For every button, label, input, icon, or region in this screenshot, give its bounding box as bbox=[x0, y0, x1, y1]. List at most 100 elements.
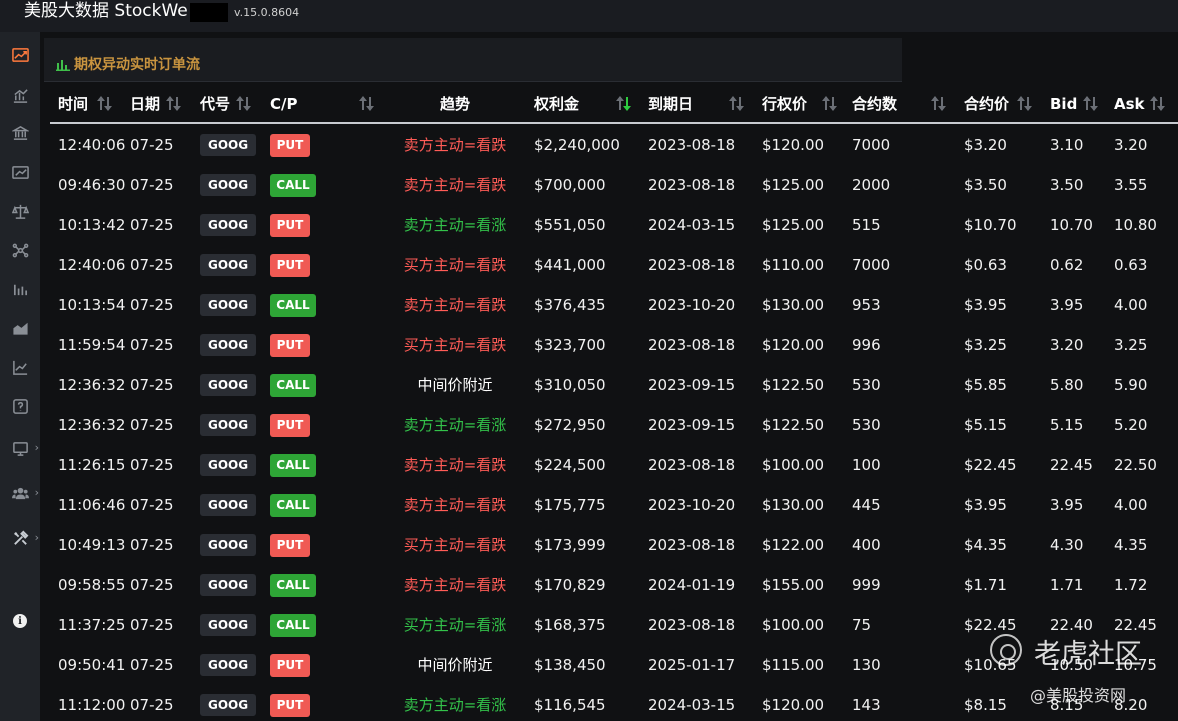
cell-premium: $441,000 bbox=[534, 256, 606, 274]
sidebar-item-chart-up[interactable] bbox=[0, 157, 40, 187]
cell-contracts: 530 bbox=[852, 416, 881, 434]
sidebar-item-area-chart[interactable] bbox=[0, 313, 40, 343]
cell-price: $10.70 bbox=[964, 216, 1017, 234]
sort-icon[interactable] bbox=[166, 96, 181, 111]
sort-icon[interactable] bbox=[1017, 96, 1032, 111]
sidebar-item-column-chart[interactable] bbox=[0, 274, 40, 304]
app-title: 美股大数据 StockWe bbox=[24, 1, 188, 21]
sidebar-item-line-chart[interactable] bbox=[0, 352, 40, 382]
cell-date: 07-25 bbox=[130, 136, 174, 154]
table-row[interactable]: 11:12:00 07-25 $116,545 2024-03-15 $120.00 14… bbox=[50, 685, 1178, 721]
sidebar-item-bank[interactable] bbox=[0, 118, 40, 148]
sidebar-item-help[interactable] bbox=[0, 391, 40, 421]
cell-trend: 卖方主动=看涨 bbox=[403, 696, 507, 714]
cell-time: 12:36:32 bbox=[58, 376, 126, 394]
column-header[interactable]: 到期日 bbox=[648, 86, 693, 122]
cell-time: 11:26:15 bbox=[58, 456, 126, 474]
column-header[interactable]: 代号 bbox=[200, 86, 230, 122]
column-header[interactable]: 行权价 bbox=[762, 86, 807, 122]
cell-price: $3.25 bbox=[964, 336, 1007, 354]
cell-trend: 中间价附近 bbox=[417, 656, 493, 674]
cell-time: 12:40:06 bbox=[58, 136, 126, 154]
sort-icon[interactable] bbox=[359, 96, 374, 111]
column-header[interactable]: 合约数 bbox=[852, 86, 897, 122]
sort-icon[interactable] bbox=[1083, 96, 1098, 111]
chevron-right-icon: › bbox=[34, 531, 39, 544]
sidebar-item-monitor[interactable]: › bbox=[0, 433, 40, 463]
column-header[interactable]: 时间 bbox=[58, 86, 88, 122]
table-row[interactable]: 12:40:06 07-25 $441,000 2023-08-18 $110.00 70… bbox=[50, 245, 1178, 285]
sort-icon[interactable] bbox=[931, 96, 946, 111]
ticker-badge: GOOG bbox=[200, 694, 257, 716]
bar-chart-icon bbox=[56, 60, 70, 71]
cell-price: $3.50 bbox=[964, 176, 1007, 194]
cell-time: 10:13:42 bbox=[58, 216, 126, 234]
column-header[interactable]: Bid bbox=[1050, 86, 1077, 122]
cell-price: $8.15 bbox=[964, 696, 1007, 714]
cell-premium: $376,435 bbox=[534, 296, 606, 314]
sort-icon[interactable] bbox=[822, 96, 837, 111]
column-header[interactable]: 日期 bbox=[130, 86, 160, 122]
cell-strike: $155.00 bbox=[762, 576, 825, 594]
scale-icon bbox=[11, 204, 29, 219]
cell-premium: $116,545 bbox=[534, 696, 606, 714]
column-header[interactable]: 合约价 bbox=[964, 86, 1009, 122]
table-row[interactable]: 12:40:06 07-25 $2,240,000 2023-08-18 $120.00… bbox=[50, 125, 1178, 165]
ticker-badge: GOOG bbox=[200, 214, 257, 236]
info-button[interactable]: i bbox=[0, 604, 40, 638]
cell-ask: 10.75 bbox=[1114, 656, 1157, 674]
sidebar-item-tools[interactable]: › bbox=[0, 523, 40, 553]
cell-ask: 3.25 bbox=[1114, 336, 1148, 354]
cell-contracts: 996 bbox=[852, 336, 881, 354]
column-header[interactable]: C/P bbox=[270, 86, 297, 122]
cell-expiry: 2023-08-18 bbox=[648, 456, 736, 474]
call-badge: CALL bbox=[270, 454, 316, 477]
sort-icon[interactable] bbox=[1150, 96, 1165, 111]
cell-price: $5.85 bbox=[964, 376, 1007, 394]
table-row[interactable]: 11:26:15 07-25 $224,500 2023-08-18 $100.00 10… bbox=[50, 445, 1178, 485]
call-badge: CALL bbox=[270, 174, 316, 197]
table-row[interactable]: 09:46:30 07-25 $700,000 2023-08-18 $125.00 20… bbox=[50, 165, 1178, 205]
sort-icon[interactable] bbox=[236, 96, 251, 111]
table-row[interactable]: 10:13:54 07-25 $376,435 2023-10-20 $130.00 95… bbox=[50, 285, 1178, 325]
table-row[interactable]: 12:36:32 07-25 $272,950 2023-09-15 $122.50 53… bbox=[50, 405, 1178, 445]
cell-strike: $110.00 bbox=[762, 256, 825, 274]
cell-date: 07-25 bbox=[130, 296, 174, 314]
sidebar: › › › i bbox=[0, 32, 40, 721]
cell-expiry: 2023-08-18 bbox=[648, 616, 736, 634]
sidebar-item-users[interactable]: › bbox=[0, 478, 40, 508]
table-row[interactable]: 11:59:54 07-25 $323,700 2023-08-18 $120.00 99… bbox=[50, 325, 1178, 365]
cell-price: $3.20 bbox=[964, 136, 1007, 154]
cell-date: 07-25 bbox=[130, 576, 174, 594]
sort-icon[interactable] bbox=[729, 96, 744, 111]
column-header[interactable]: 趋势 bbox=[440, 86, 470, 122]
table-row[interactable]: 10:13:42 07-25 $551,050 2024-03-15 $125.00 51… bbox=[50, 205, 1178, 245]
cell-time: 12:40:06 bbox=[58, 256, 126, 274]
cell-date: 07-25 bbox=[130, 256, 174, 274]
cell-expiry: 2023-09-15 bbox=[648, 416, 736, 434]
column-header[interactable]: 权利金 bbox=[534, 86, 579, 122]
put-badge: PUT bbox=[270, 414, 310, 437]
ticker-badge: GOOG bbox=[200, 374, 257, 396]
sort-icon[interactable] bbox=[616, 96, 631, 111]
cell-ask: 3.20 bbox=[1114, 136, 1148, 154]
cell-expiry: 2023-08-18 bbox=[648, 336, 736, 354]
sidebar-item-trend[interactable] bbox=[0, 40, 40, 70]
table-row[interactable]: 11:06:46 07-25 $175,775 2023-10-20 $130.00 44… bbox=[50, 485, 1178, 525]
table-row[interactable]: 09:50:41 07-25 $138,450 2025-01-17 $115.00 13… bbox=[50, 645, 1178, 685]
cell-time: 11:37:25 bbox=[58, 616, 126, 634]
sort-icon[interactable] bbox=[97, 96, 112, 111]
users-icon bbox=[11, 487, 29, 499]
panel-title-text: 期权异动实时订单流 bbox=[74, 57, 200, 73]
table-row[interactable]: 09:58:55 07-25 $170,829 2024-01-19 $155.00 99… bbox=[50, 565, 1178, 605]
table-row[interactable]: 10:49:13 07-25 $173,999 2023-08-18 $122.00 40… bbox=[50, 525, 1178, 565]
cell-contracts: 400 bbox=[852, 536, 881, 554]
table-row[interactable]: 11:37:25 07-25 $168,375 2023-08-18 $100.00 75… bbox=[50, 605, 1178, 645]
cell-time: 10:49:13 bbox=[58, 536, 126, 554]
sidebar-item-bar-chart[interactable] bbox=[0, 80, 40, 110]
column-header[interactable]: Ask bbox=[1114, 86, 1145, 122]
table-row[interactable]: 12:36:32 07-25 $310,050 2023-09-15 $122.50 53… bbox=[50, 365, 1178, 405]
cell-premium: $175,775 bbox=[534, 496, 606, 514]
sidebar-item-network[interactable] bbox=[0, 235, 40, 265]
sidebar-item-scale[interactable] bbox=[0, 196, 40, 226]
